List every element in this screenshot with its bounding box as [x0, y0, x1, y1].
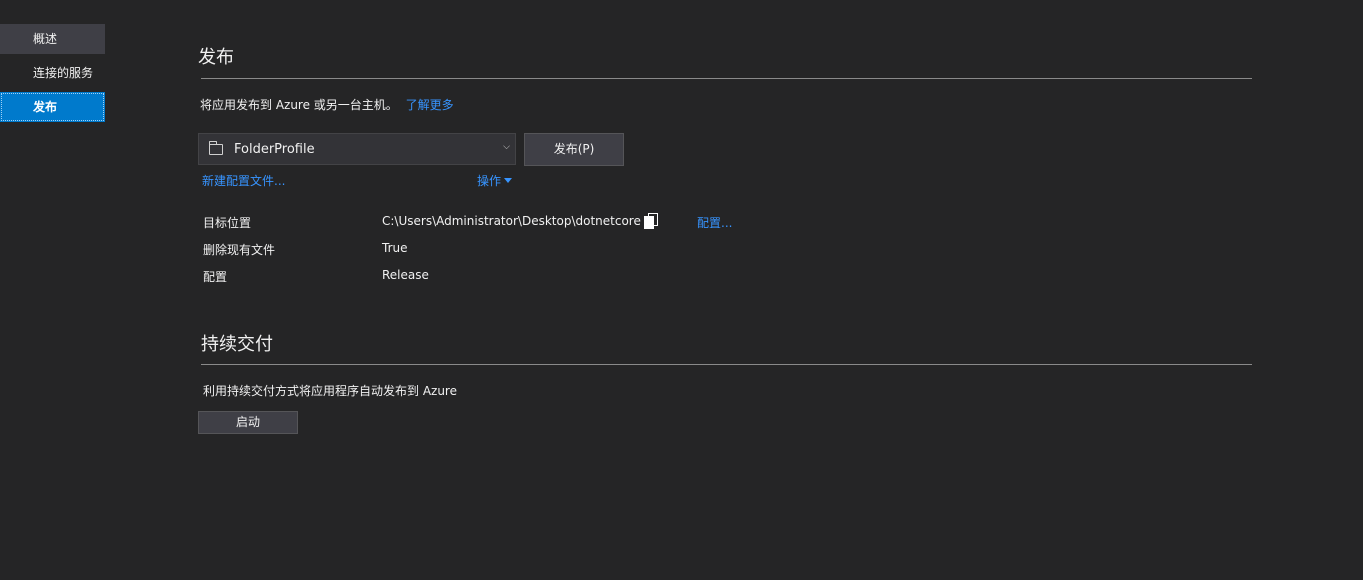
new-profile-link[interactable]: 新建配置文件... — [202, 172, 285, 189]
publish-divider — [201, 78, 1252, 79]
sidebar-item-connected-services[interactable]: 连接的服务 — [0, 58, 105, 88]
actions-menu[interactable]: 操作 — [477, 172, 513, 189]
profile-dropdown[interactable]: FolderProfile ⌵ — [198, 133, 516, 165]
publish-description-row: 将应用发布到 Azure 或另一台主机。 了解更多 — [200, 96, 454, 113]
property-label: 配置 — [203, 270, 228, 284]
property-label: 目标位置 — [203, 216, 252, 230]
property-label: 删除现有文件 — [203, 243, 276, 257]
folder-icon — [208, 140, 223, 155]
configure-link[interactable]: 配置... — [697, 214, 732, 231]
continuous-delivery-heading: 持续交付 — [201, 334, 273, 355]
delete-existing-value: True — [382, 241, 408, 255]
start-button[interactable]: 启动 — [198, 411, 298, 434]
cd-description: 利用持续交付方式将应用程序自动发布到 Azure — [203, 384, 457, 398]
chevron-down-icon: ⌵ — [503, 142, 510, 152]
configuration-value: Release — [382, 268, 429, 282]
publish-description: 将应用发布到 Azure 或另一台主机。 — [200, 98, 398, 112]
publish-button[interactable]: 发布(P) — [524, 133, 624, 166]
sidebar: 概述 连接的服务 发布 — [0, 24, 106, 126]
target-location-value: C:\Users\Administrator\Desktop\dotnetcor… — [382, 214, 641, 228]
actions-label: 操作 — [477, 174, 502, 188]
sidebar-item-publish[interactable]: 发布 — [0, 92, 105, 122]
sidebar-item-overview[interactable]: 概述 — [0, 24, 105, 54]
caret-down-icon — [504, 178, 513, 183]
cd-divider — [201, 364, 1252, 365]
copy-icon[interactable] — [644, 213, 658, 229]
learn-more-link[interactable]: 了解更多 — [406, 98, 454, 112]
publish-heading: 发布 — [198, 47, 234, 68]
profile-name: FolderProfile — [234, 141, 315, 157]
